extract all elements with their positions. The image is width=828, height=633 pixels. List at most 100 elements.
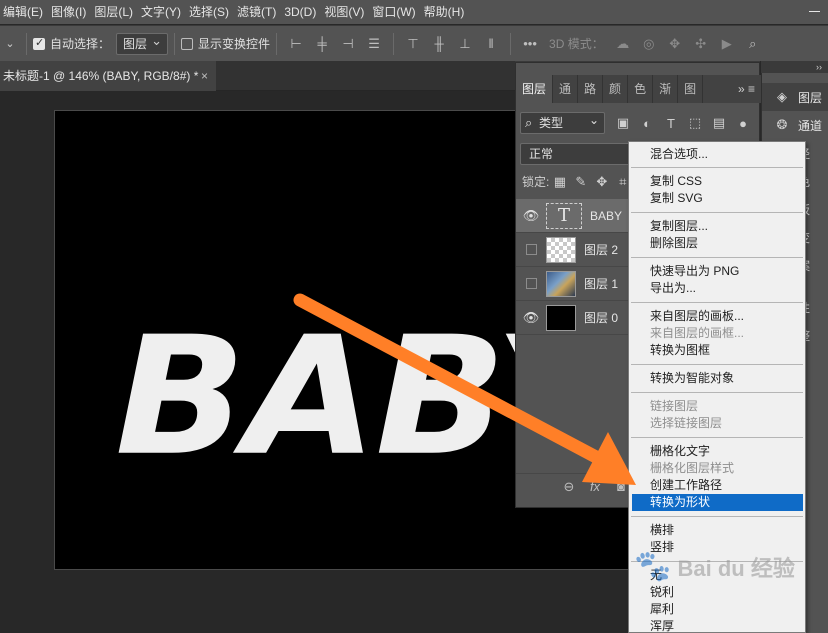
layer-filter-dropdown[interactable]: 类型	[520, 110, 605, 134]
layer-name[interactable]: 图层 2	[584, 241, 618, 258]
menu-separator	[631, 167, 803, 168]
filter-toggle-icon[interactable]: ●	[731, 116, 755, 131]
menu-image[interactable]: 图像(I)	[47, 0, 90, 24]
pan-3d-icon[interactable]: ✥	[662, 33, 688, 55]
blend-mode-row: 正常	[520, 143, 632, 165]
orbit-3d-icon[interactable]: ☁	[610, 33, 636, 55]
menu-item-horizontal[interactable]: 横排	[629, 522, 805, 539]
menu-item-convert-to-shape[interactable]: 转换为形状	[632, 494, 803, 511]
channels-icon: ❂	[776, 117, 788, 132]
menu-item-copy-svg[interactable]: 复制 SVG	[629, 190, 805, 207]
menu-item-antialias-strong[interactable]: 浑厚	[629, 618, 805, 633]
align-top-icon[interactable]: ⊤	[400, 33, 426, 55]
show-transform-checkbox[interactable]	[181, 37, 194, 50]
menu-item-convert-to-frame[interactable]: 转换为图框	[629, 342, 805, 359]
close-icon[interactable]: ×	[201, 61, 208, 91]
filter-shape-icon[interactable]: ⬚	[683, 115, 707, 131]
align-vcenter-icon[interactable]: ╫	[426, 33, 452, 55]
dock-item-channels[interactable]: ❂ 通道	[762, 111, 828, 139]
more-options-icon[interactable]: •••	[517, 33, 543, 55]
menu-type[interactable]: 文字(Y)	[137, 0, 185, 24]
align-left-icon[interactable]: ⊢	[283, 33, 309, 55]
mode-3d-label: 3D 模式：	[549, 37, 604, 51]
menu-item-copy-css[interactable]: 复制 CSS	[629, 173, 805, 190]
eye-icon[interactable]: 👁	[516, 208, 546, 224]
menu-item-export-as[interactable]: 导出为...	[629, 280, 805, 297]
blend-mode-dropdown[interactable]: 正常	[520, 143, 632, 165]
menu-item-duplicate-layer[interactable]: 复制图层...	[629, 218, 805, 235]
tab-gradients[interactable]: 渐	[653, 75, 679, 103]
document-tab[interactable]: 未标题-1 @ 146% (BABY, RGB/8#) * ×	[0, 61, 216, 91]
divider	[393, 32, 395, 55]
auto-select-checkbox[interactable]	[33, 36, 45, 50]
tab-layers[interactable]: 图层	[516, 75, 554, 103]
dock-item-layers[interactable]: ◈ 图层	[762, 83, 828, 111]
layer-name[interactable]: BABY	[590, 209, 622, 223]
align-right-icon[interactable]: ⊣	[335, 33, 361, 55]
menu-item-delete-layer[interactable]: 删除图层	[629, 235, 805, 252]
menu-item-rasterize-layer-style: 栅格化图层样式	[650, 461, 735, 475]
lock-position-icon[interactable]: ✥	[591, 174, 612, 190]
distribute-icon[interactable]: ☰	[361, 33, 387, 55]
dock-item-label: 通道	[798, 118, 823, 133]
align-bottom-icon[interactable]: ⊥	[452, 33, 478, 55]
layer-row-baby[interactable]: 👁 T BABY	[516, 199, 630, 233]
menu-help[interactable]: 帮助(H)	[420, 0, 469, 24]
dock-collapse-bar[interactable]: ››	[761, 61, 828, 73]
menu-3d[interactable]: 3D(D)	[280, 0, 320, 24]
eye-icon[interactable]: 👁	[516, 310, 546, 326]
layer-row-0[interactable]: 👁 图层 0	[516, 301, 630, 335]
layer-name[interactable]: 图层 1	[584, 275, 618, 292]
layer-row-1[interactable]: 图层 1	[516, 267, 630, 301]
lock-transparency-icon[interactable]: ▦	[549, 174, 570, 190]
fx-icon[interactable]: fx	[582, 479, 608, 494]
menu-item-rasterize-type[interactable]: 栅格化文字	[629, 443, 805, 460]
layer-filter-row: 类型 ▣ ◐ T ⬚ ▤ ●	[520, 110, 756, 135]
visibility-toggle[interactable]	[526, 244, 537, 255]
tab-paths[interactable]: 路	[578, 75, 604, 103]
menu-separator	[631, 212, 803, 213]
divider	[26, 32, 27, 55]
menu-layer[interactable]: 图层(L)	[90, 0, 137, 24]
filter-adjustment-icon[interactable]: ◐	[635, 116, 659, 131]
menu-item-link-layers: 链接图层	[650, 399, 699, 413]
menu-item-convert-smart-object[interactable]: 转换为智能对象	[629, 370, 805, 387]
visibility-toggle[interactable]	[526, 278, 537, 289]
document-title: 未标题-1 @ 146% (BABY, RGB/8#) *	[3, 69, 199, 83]
distribute-vertical-icon[interactable]: ‖	[478, 33, 504, 55]
menu-separator	[631, 437, 803, 438]
minimize-icon[interactable]	[800, 0, 828, 24]
panel-menu-icon[interactable]: » ≡	[738, 82, 761, 96]
slide-3d-icon[interactable]: ✣	[688, 33, 714, 55]
tab-swatches[interactable]: 色	[628, 75, 654, 103]
auto-select-dropdown[interactable]: 图层	[116, 31, 169, 55]
lock-image-icon[interactable]: ✎	[570, 174, 591, 190]
link-layers-icon[interactable]: ⊖	[556, 479, 582, 495]
menu-item-quick-export-png[interactable]: 快速导出为 PNG	[629, 263, 805, 280]
menu-item-create-work-path[interactable]: 创建工作路径	[629, 477, 805, 494]
scale-3d-icon[interactable]: ▶	[714, 33, 740, 55]
layer-row-2[interactable]: 图层 2	[516, 233, 630, 267]
menu-window[interactable]: 窗口(W)	[368, 0, 419, 24]
menu-view[interactable]: 视图(V)	[320, 0, 368, 24]
menu-edit[interactable]: 编辑(E)	[0, 0, 47, 24]
menu-filter[interactable]: 滤镜(T)	[233, 0, 280, 24]
menu-select[interactable]: 选择(S)	[185, 0, 233, 24]
chevron-down-icon[interactable]: ⌄	[0, 37, 20, 50]
lock-row: 锁定: ▦ ✎ ✥ ⌗	[522, 173, 633, 190]
layer-thumbnail	[546, 270, 576, 297]
menu-item-antialias-crisp[interactable]: 犀利	[629, 601, 805, 618]
align-hcenter-icon[interactable]: ╪	[309, 33, 335, 55]
menu-item-artboard-from-layer[interactable]: 来自图层的画板...	[629, 308, 805, 325]
tab-patterns[interactable]: 图	[678, 75, 704, 103]
divider	[174, 32, 176, 55]
menu-item-blending-options[interactable]: 混合选项...	[629, 146, 805, 163]
filter-pixel-icon[interactable]: ▣	[611, 115, 635, 131]
tab-channels[interactable]: 通	[553, 75, 579, 103]
filter-smart-object-icon[interactable]: ▤	[707, 115, 731, 131]
layer-name[interactable]: 图层 0	[584, 309, 618, 326]
search-icon[interactable]: ⌕	[740, 33, 766, 55]
roll-3d-icon[interactable]: ◎	[636, 33, 662, 55]
filter-type-icon[interactable]: T	[659, 116, 683, 131]
tab-color[interactable]: 颜	[603, 75, 629, 103]
